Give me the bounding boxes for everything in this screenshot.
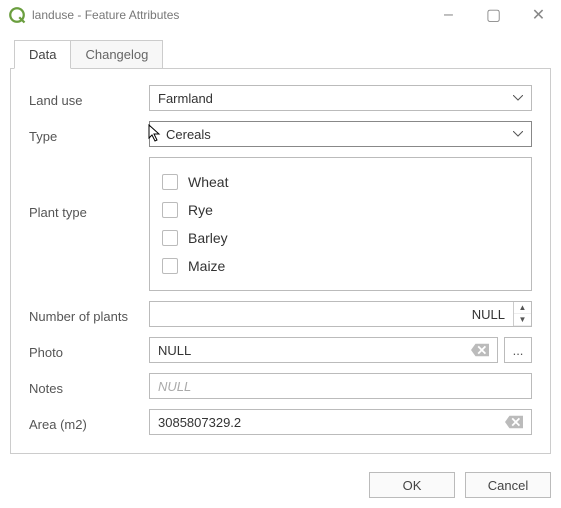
plant-option-label: Rye (188, 202, 213, 218)
plant-option-label: Maize (188, 258, 225, 274)
clear-icon[interactable] (505, 415, 523, 429)
tabs: Data Changelog (0, 30, 561, 69)
area-input[interactable]: 3085807329.2 (149, 409, 532, 435)
numplants-spinbox[interactable]: NULL ▲ ▼ (149, 301, 532, 327)
numplants-value: NULL (150, 307, 513, 322)
type-label: Type (29, 125, 149, 144)
dialog-footer: OK Cancel (0, 464, 561, 506)
app-logo-icon (8, 6, 26, 24)
data-panel: Land use Farmland Type Cereals Plant typ… (10, 68, 551, 454)
checkbox-icon (162, 174, 178, 190)
close-button[interactable]: ✕ (516, 1, 561, 29)
area-label: Area (m2) (29, 413, 149, 432)
ok-button[interactable]: OK (369, 472, 455, 498)
photo-label: Photo (29, 341, 149, 360)
chevron-down-icon (513, 95, 523, 101)
checkbox-icon (162, 202, 178, 218)
plant-option-wheat[interactable]: Wheat (162, 168, 519, 196)
titlebar: landuse - Feature Attributes – ▢ ✕ (0, 0, 561, 30)
photo-browse-button[interactable]: ... (504, 337, 532, 363)
type-combo[interactable]: Cereals (149, 121, 532, 147)
browse-label: ... (513, 343, 524, 358)
notes-input[interactable]: NULL (149, 373, 532, 399)
minimize-button[interactable]: – (426, 1, 471, 29)
checkbox-icon (162, 230, 178, 246)
ok-label: OK (403, 478, 422, 493)
landuse-label: Land use (29, 89, 149, 108)
notes-label: Notes (29, 377, 149, 396)
chevron-down-icon (513, 131, 523, 137)
checkbox-icon (162, 258, 178, 274)
clear-icon[interactable] (471, 343, 489, 357)
area-value: 3085807329.2 (158, 415, 241, 430)
spin-up-icon[interactable]: ▲ (514, 302, 531, 314)
planttype-list: Wheat Rye Barley Maize (149, 157, 532, 291)
tab-data[interactable]: Data (14, 40, 71, 69)
maximize-button[interactable]: ▢ (471, 1, 516, 29)
photo-input[interactable]: NULL (149, 337, 498, 363)
cursor-icon (148, 124, 162, 144)
spin-down-icon[interactable]: ▼ (514, 314, 531, 326)
spin-arrows: ▲ ▼ (513, 302, 531, 326)
tab-data-label: Data (29, 47, 56, 62)
window-buttons: – ▢ ✕ (426, 1, 561, 29)
notes-placeholder: NULL (158, 379, 191, 394)
plant-option-maize[interactable]: Maize (162, 252, 519, 280)
type-value: Cereals (166, 127, 211, 142)
plant-option-barley[interactable]: Barley (162, 224, 519, 252)
landuse-combo[interactable]: Farmland (149, 85, 532, 111)
cancel-button[interactable]: Cancel (465, 472, 551, 498)
photo-value: NULL (158, 343, 191, 358)
minimize-icon: – (444, 6, 453, 24)
tab-changelog[interactable]: Changelog (70, 40, 163, 69)
maximize-icon: ▢ (486, 5, 501, 25)
plant-option-label: Wheat (188, 174, 228, 190)
plant-option-label: Barley (188, 230, 228, 246)
close-icon: ✕ (532, 5, 545, 25)
planttype-label: Plant type (29, 157, 149, 220)
plant-option-rye[interactable]: Rye (162, 196, 519, 224)
window-title: landuse - Feature Attributes (32, 8, 426, 22)
cancel-label: Cancel (488, 478, 528, 493)
landuse-value: Farmland (158, 91, 213, 106)
numplants-label: Number of plants (29, 305, 149, 324)
tab-changelog-label: Changelog (85, 47, 148, 62)
